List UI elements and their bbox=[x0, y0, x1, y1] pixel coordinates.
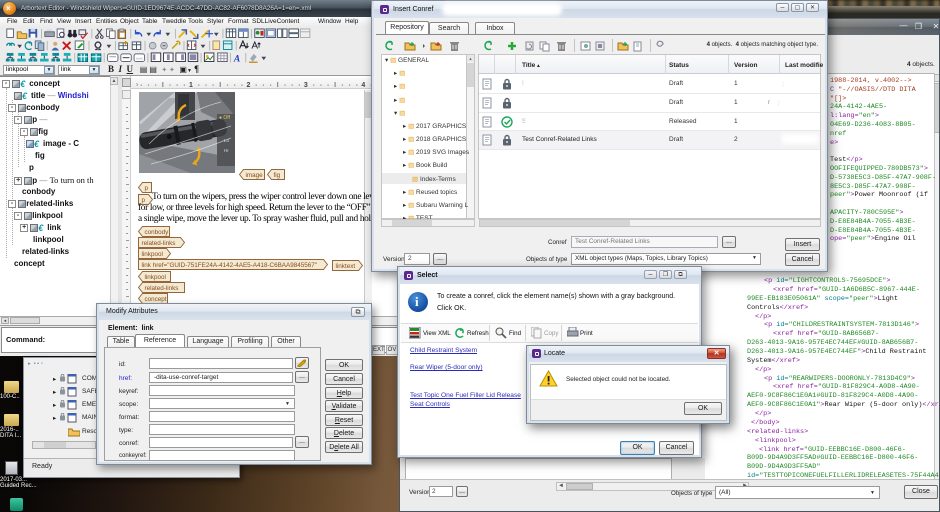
svg-text:HI: HI bbox=[224, 148, 229, 153]
svg-text:related-links: related-links bbox=[142, 240, 176, 247]
svg-text:link href="GUID-751FE24A-4142-: link href="GUID-751FE24A-4142-4AE5-A418-… bbox=[142, 262, 317, 269]
svg-text:conbody: conbody bbox=[145, 229, 170, 236]
svg-text:1: 1 bbox=[189, 82, 193, 89]
svg-text:2: 2 bbox=[247, 82, 251, 89]
svg-text:related-links: related-links bbox=[145, 285, 179, 292]
svg-text:›: › bbox=[136, 82, 139, 89]
svg-text:linkpool: linkpool bbox=[142, 251, 163, 258]
svg-text:● Off: ● Off bbox=[219, 115, 231, 121]
svg-text:fig: fig bbox=[274, 172, 281, 179]
svg-text:image: image bbox=[246, 172, 264, 179]
svg-text:p: p bbox=[145, 185, 149, 192]
svg-text:linkpool: linkpool bbox=[145, 274, 166, 281]
svg-text:concept: concept bbox=[145, 296, 167, 303]
svg-text:3: 3 bbox=[304, 82, 308, 89]
svg-text:linktext: linktext bbox=[336, 263, 356, 270]
svg-text:4: 4 bbox=[361, 82, 365, 89]
